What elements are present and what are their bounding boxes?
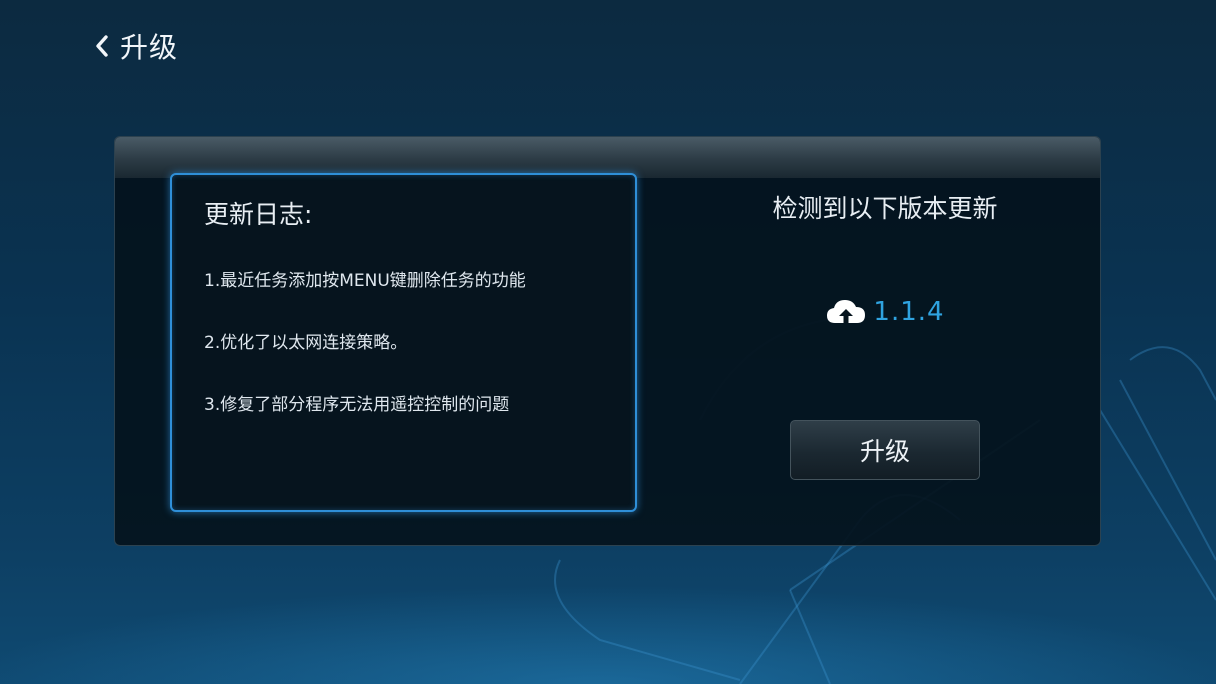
upgrade-panel: 更新日志: 1.最近任务添加按MENU键删除任务的功能 2.优化了以太网连接策略…: [114, 136, 1101, 546]
upgrade-button-label: 升级: [859, 437, 910, 466]
panel-top-bar: [115, 137, 1100, 178]
version-row: 1.1.4: [675, 297, 1095, 327]
cloud-upload-icon: [827, 300, 866, 323]
changelog-item: 2.优化了以太网连接策略。: [204, 333, 408, 353]
update-heading: 检测到以下版本更新: [772, 194, 998, 223]
version-number: 1.1.4: [873, 297, 945, 327]
update-info: 检测到以下版本更新 1.1.4 升级: [675, 189, 1095, 509]
upgrade-button[interactable]: 升级: [790, 420, 980, 480]
changelog-box[interactable]: 更新日志: 1.最近任务添加按MENU键删除任务的功能 2.优化了以太网连接策略…: [170, 173, 637, 512]
page-title: 升级: [120, 31, 179, 64]
changelog-title: 更新日志:: [204, 200, 313, 229]
chevron-left-icon: [96, 35, 108, 57]
changelog-item: 1.最近任务添加按MENU键删除任务的功能: [204, 271, 526, 291]
changelog-item: 3.修复了部分程序无法用遥控控制的问题: [204, 395, 510, 415]
back-header[interactable]: 升级: [94, 26, 178, 66]
